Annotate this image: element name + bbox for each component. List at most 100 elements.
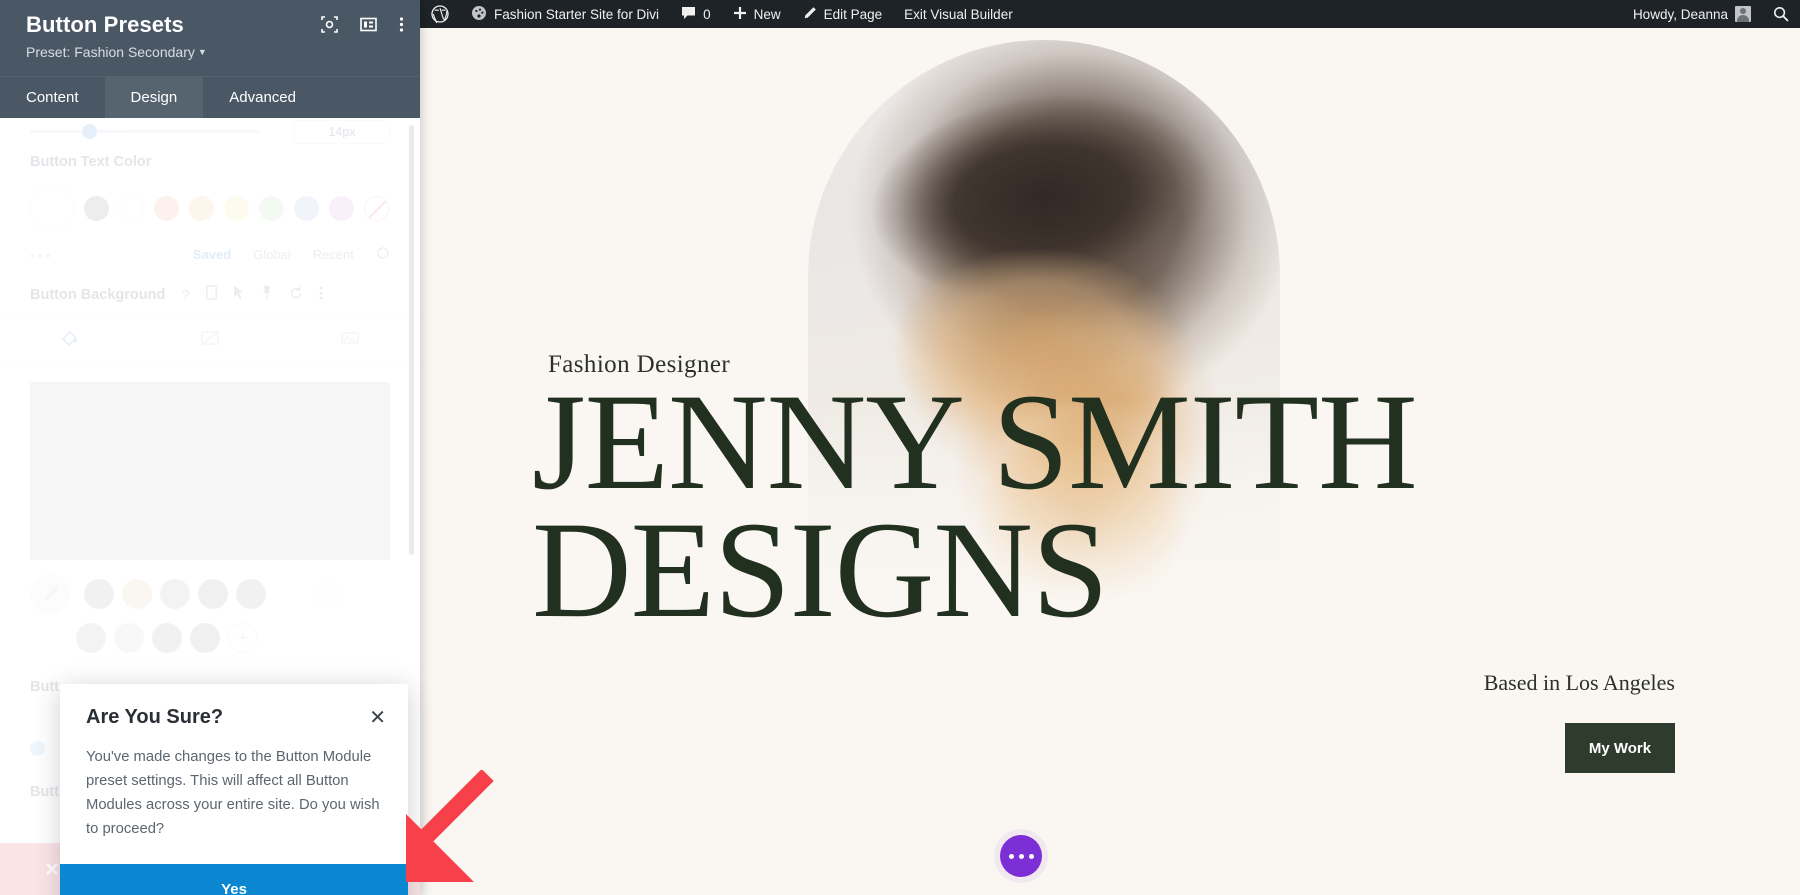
edit-page-label: Edit Page xyxy=(823,6,883,22)
slider-handle[interactable] xyxy=(30,741,45,756)
palette-swatch[interactable] xyxy=(84,579,114,609)
background-color-preview[interactable] xyxy=(30,382,390,560)
size-slider[interactable]: 14px xyxy=(30,118,390,144)
swatch-none[interactable] xyxy=(364,195,389,221)
background-type-tabs xyxy=(0,317,420,362)
image-icon[interactable] xyxy=(340,328,360,353)
add-color-button[interactable]: + xyxy=(228,623,258,653)
palette-swatch[interactable] xyxy=(152,623,182,653)
button-background-label: Button Background xyxy=(30,287,166,303)
visual-builder-canvas: Fashion Designer JENNY SMITH DESIGNS Bas… xyxy=(420,28,1800,895)
panel-header-icons xyxy=(321,16,404,33)
pointer-arrow-annotation xyxy=(400,768,510,890)
new-label: New xyxy=(753,6,781,22)
preset-selector[interactable]: Preset: Fashion Secondary ▼ xyxy=(26,44,402,60)
palette-row xyxy=(30,574,390,614)
site-dashboard-icon xyxy=(471,5,487,24)
confirmation-modal: Are You Sure? ✕ You've made changes to t… xyxy=(60,684,408,895)
preset-label: Preset: Fashion Secondary xyxy=(26,44,195,60)
fill-color-icon[interactable] xyxy=(60,328,80,353)
palette-swatch[interactable] xyxy=(274,579,304,609)
help-icon[interactable]: ? xyxy=(181,287,189,304)
site-name-label: Fashion Starter Site for Divi xyxy=(494,6,660,22)
settings-tabs: Content Design Advanced xyxy=(0,76,420,119)
settings-panel-header: Button Presets Preset: Fashion Secondary… xyxy=(0,0,420,76)
pin-icon[interactable] xyxy=(261,285,273,305)
button-text-color-group: Button Text Color xyxy=(0,154,420,170)
howdy-label: Howdy, Deanna xyxy=(1632,6,1728,22)
gradient-icon[interactable] xyxy=(200,328,220,353)
palette-swatch[interactable] xyxy=(114,623,144,653)
my-work-button[interactable]: My Work xyxy=(1565,723,1675,773)
slider-handle[interactable] xyxy=(82,124,97,139)
swatch-gray[interactable] xyxy=(84,195,109,221)
search-icon[interactable] xyxy=(1762,0,1800,28)
panel-scrollbar[interactable] xyxy=(409,125,414,555)
eyedropper-icon[interactable] xyxy=(30,574,70,614)
location-text: Based in Los Angeles xyxy=(1483,670,1675,695)
responsive-icon[interactable] xyxy=(205,285,217,305)
palette-swatch[interactable] xyxy=(122,579,152,609)
dot-icon xyxy=(1008,853,1014,859)
button-text-color-swatches xyxy=(0,186,420,230)
edit-page-menu[interactable]: Edit Page xyxy=(792,0,894,28)
page-content: Fashion Designer JENNY SMITH DESIGNS Bas… xyxy=(470,28,1800,895)
subtab-recent[interactable]: Recent xyxy=(313,247,354,262)
slider-value[interactable]: 14px xyxy=(294,120,390,144)
modal-title: Are You Sure? xyxy=(86,706,224,728)
hover-icon[interactable] xyxy=(233,285,245,305)
exit-visual-builder-label: Exit Visual Builder xyxy=(904,6,1013,22)
palette-swatch[interactable] xyxy=(312,579,342,609)
background-palette: + xyxy=(30,574,390,653)
palette-swatch[interactable] xyxy=(160,579,190,609)
wordpress-logo-icon[interactable] xyxy=(420,0,460,28)
hero-headline: JENNY SMITH DESIGNS xyxy=(532,373,1622,647)
palette-row: + xyxy=(30,623,390,653)
focus-target-icon[interactable] xyxy=(321,16,338,33)
headline-line-2: DESIGNS xyxy=(532,493,1109,647)
layout-columns-icon[interactable] xyxy=(360,16,377,33)
swatch-blue[interactable] xyxy=(294,195,319,221)
subtab-global[interactable]: Global xyxy=(253,247,291,262)
palette-swatch[interactable] xyxy=(198,579,228,609)
comments-menu[interactable]: 0 xyxy=(670,0,722,28)
dot-icon xyxy=(1018,853,1024,859)
close-icon[interactable]: ✕ xyxy=(369,708,386,728)
swatch-purple[interactable] xyxy=(329,195,354,221)
color-settings-icon[interactable] xyxy=(376,246,390,263)
swatch-orange[interactable] xyxy=(189,195,214,221)
comment-bubble-icon xyxy=(681,6,696,23)
canvas-left-gutter xyxy=(420,28,470,895)
site-name-menu[interactable]: Fashion Starter Site for Divi xyxy=(460,0,670,28)
button-text-color-label: Button Text Color xyxy=(30,154,152,170)
exit-visual-builder-menu[interactable]: Exit Visual Builder xyxy=(893,0,1024,28)
palette-swatch[interactable] xyxy=(350,579,380,609)
slider-track xyxy=(30,130,260,133)
tab-advanced[interactable]: Advanced xyxy=(203,77,322,119)
palette-swatch[interactable] xyxy=(190,623,220,653)
tab-design[interactable]: Design xyxy=(104,77,204,119)
drag-dots-icon: ••• xyxy=(30,246,54,263)
pencil-icon xyxy=(803,6,817,23)
discard-changes-icon[interactable]: ✕ xyxy=(44,859,60,882)
swatch-white[interactable] xyxy=(119,195,144,221)
avatar xyxy=(1735,6,1751,22)
swatch-pink[interactable] xyxy=(154,195,179,221)
color-preview-ring[interactable] xyxy=(30,186,74,230)
subtab-saved[interactable]: Saved xyxy=(193,247,231,262)
color-subtabs: ••• Saved Global Recent xyxy=(0,246,420,263)
reset-icon[interactable] xyxy=(289,286,303,305)
confirm-yes-button[interactable]: Yes xyxy=(60,863,408,895)
howdy-user-menu[interactable]: Howdy, Deanna xyxy=(1622,0,1762,28)
button-background-group: Button Background ? xyxy=(0,285,420,305)
more-vertical-icon[interactable] xyxy=(399,16,404,33)
swatch-yellow[interactable] xyxy=(224,195,249,221)
divi-menu-fab[interactable] xyxy=(1000,835,1042,877)
swatch-green[interactable] xyxy=(259,195,284,221)
palette-swatch[interactable] xyxy=(76,623,106,653)
new-content-menu[interactable]: New xyxy=(722,0,792,28)
chevron-down-icon: ▼ xyxy=(197,47,207,57)
tab-content[interactable]: Content xyxy=(0,77,105,119)
palette-swatch[interactable] xyxy=(236,579,266,609)
more-vertical-icon[interactable] xyxy=(319,286,323,305)
